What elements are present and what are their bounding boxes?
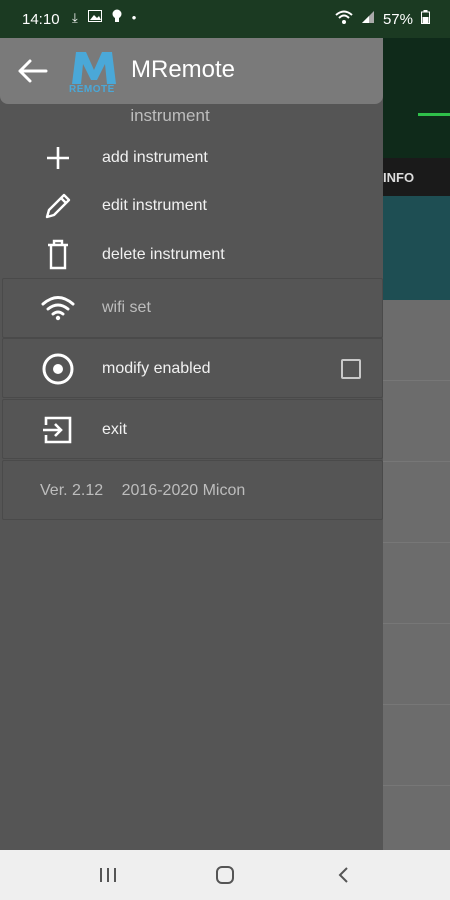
menu-item-wifi-set[interactable]: wifi set [0, 284, 383, 332]
background-row [383, 381, 450, 462]
menu-item-edit-instrument[interactable]: edit instrument [0, 182, 383, 230]
menu-item-label: wifi set [102, 299, 151, 316]
menu-item-exit[interactable]: exit [0, 406, 383, 454]
notification-icons: ⤓ • [72, 9, 136, 26]
status-bar: 14:10 ⤓ • 57% [0, 0, 450, 38]
section-label-instrument: instrument [130, 106, 210, 125]
wifi-status-icon [335, 10, 353, 28]
lightbulb-icon [112, 9, 122, 26]
version-number: Ver. 2.12 [40, 482, 104, 499]
background-toolbar [383, 38, 450, 158]
plus-icon [40, 140, 76, 176]
background-banner [383, 196, 450, 300]
menu-item-delete-instrument[interactable]: delete instrument [0, 231, 383, 279]
menu-item-label: edit instrument [102, 197, 207, 214]
version-info: Ver. 2.12 2016-2020 Micon [40, 482, 259, 500]
app-title: MRemote [131, 56, 236, 83]
image-icon [87, 10, 102, 25]
background-row [383, 705, 450, 786]
battery-icon [421, 10, 430, 28]
download-icon: ⤓ [72, 9, 78, 25]
system-nav-bar [0, 850, 450, 900]
menu-item-label: add instrument [102, 149, 208, 166]
home-icon[interactable] [210, 862, 240, 888]
menu-item-label: delete instrument [102, 246, 225, 263]
background-row [383, 300, 450, 381]
background-list [383, 300, 450, 850]
modify-enabled-checkbox[interactable] [341, 359, 361, 379]
exit-icon [40, 412, 76, 448]
back-arrow-icon[interactable] [14, 54, 50, 88]
background-row [383, 624, 450, 705]
pencil-icon [40, 188, 76, 224]
app-logo: REMOTE [66, 46, 122, 96]
trash-icon [40, 237, 76, 273]
logo-subtext: REMOTE [69, 84, 115, 95]
navigation-drawer: REMOTE MRemote instrument add instrument… [0, 38, 383, 850]
radio-button-icon [40, 351, 76, 387]
drawer-header: REMOTE MRemote [0, 38, 383, 104]
dot-icon: • [131, 10, 137, 25]
back-nav-icon[interactable] [328, 862, 358, 888]
menu-item-modify-enabled[interactable]: modify enabled [0, 345, 383, 393]
menu-item-add-instrument[interactable]: add instrument [0, 134, 383, 182]
background-tab-bar: INFO [383, 158, 450, 196]
background-row [383, 462, 450, 543]
battery-percent: 57% [382, 10, 413, 28]
status-time: 14:10 [22, 11, 60, 28]
wifi-icon [40, 290, 76, 326]
menu-item-label: modify enabled [102, 360, 211, 377]
menu-item-label: exit [102, 421, 127, 438]
background-tab-indicator [418, 113, 450, 116]
recent-apps-icon[interactable] [93, 862, 123, 888]
signal-icon [361, 10, 375, 28]
copyright-text: 2016-2020 Micon [121, 482, 246, 499]
background-tab-info: INFO [383, 170, 415, 185]
background-row [383, 543, 450, 624]
